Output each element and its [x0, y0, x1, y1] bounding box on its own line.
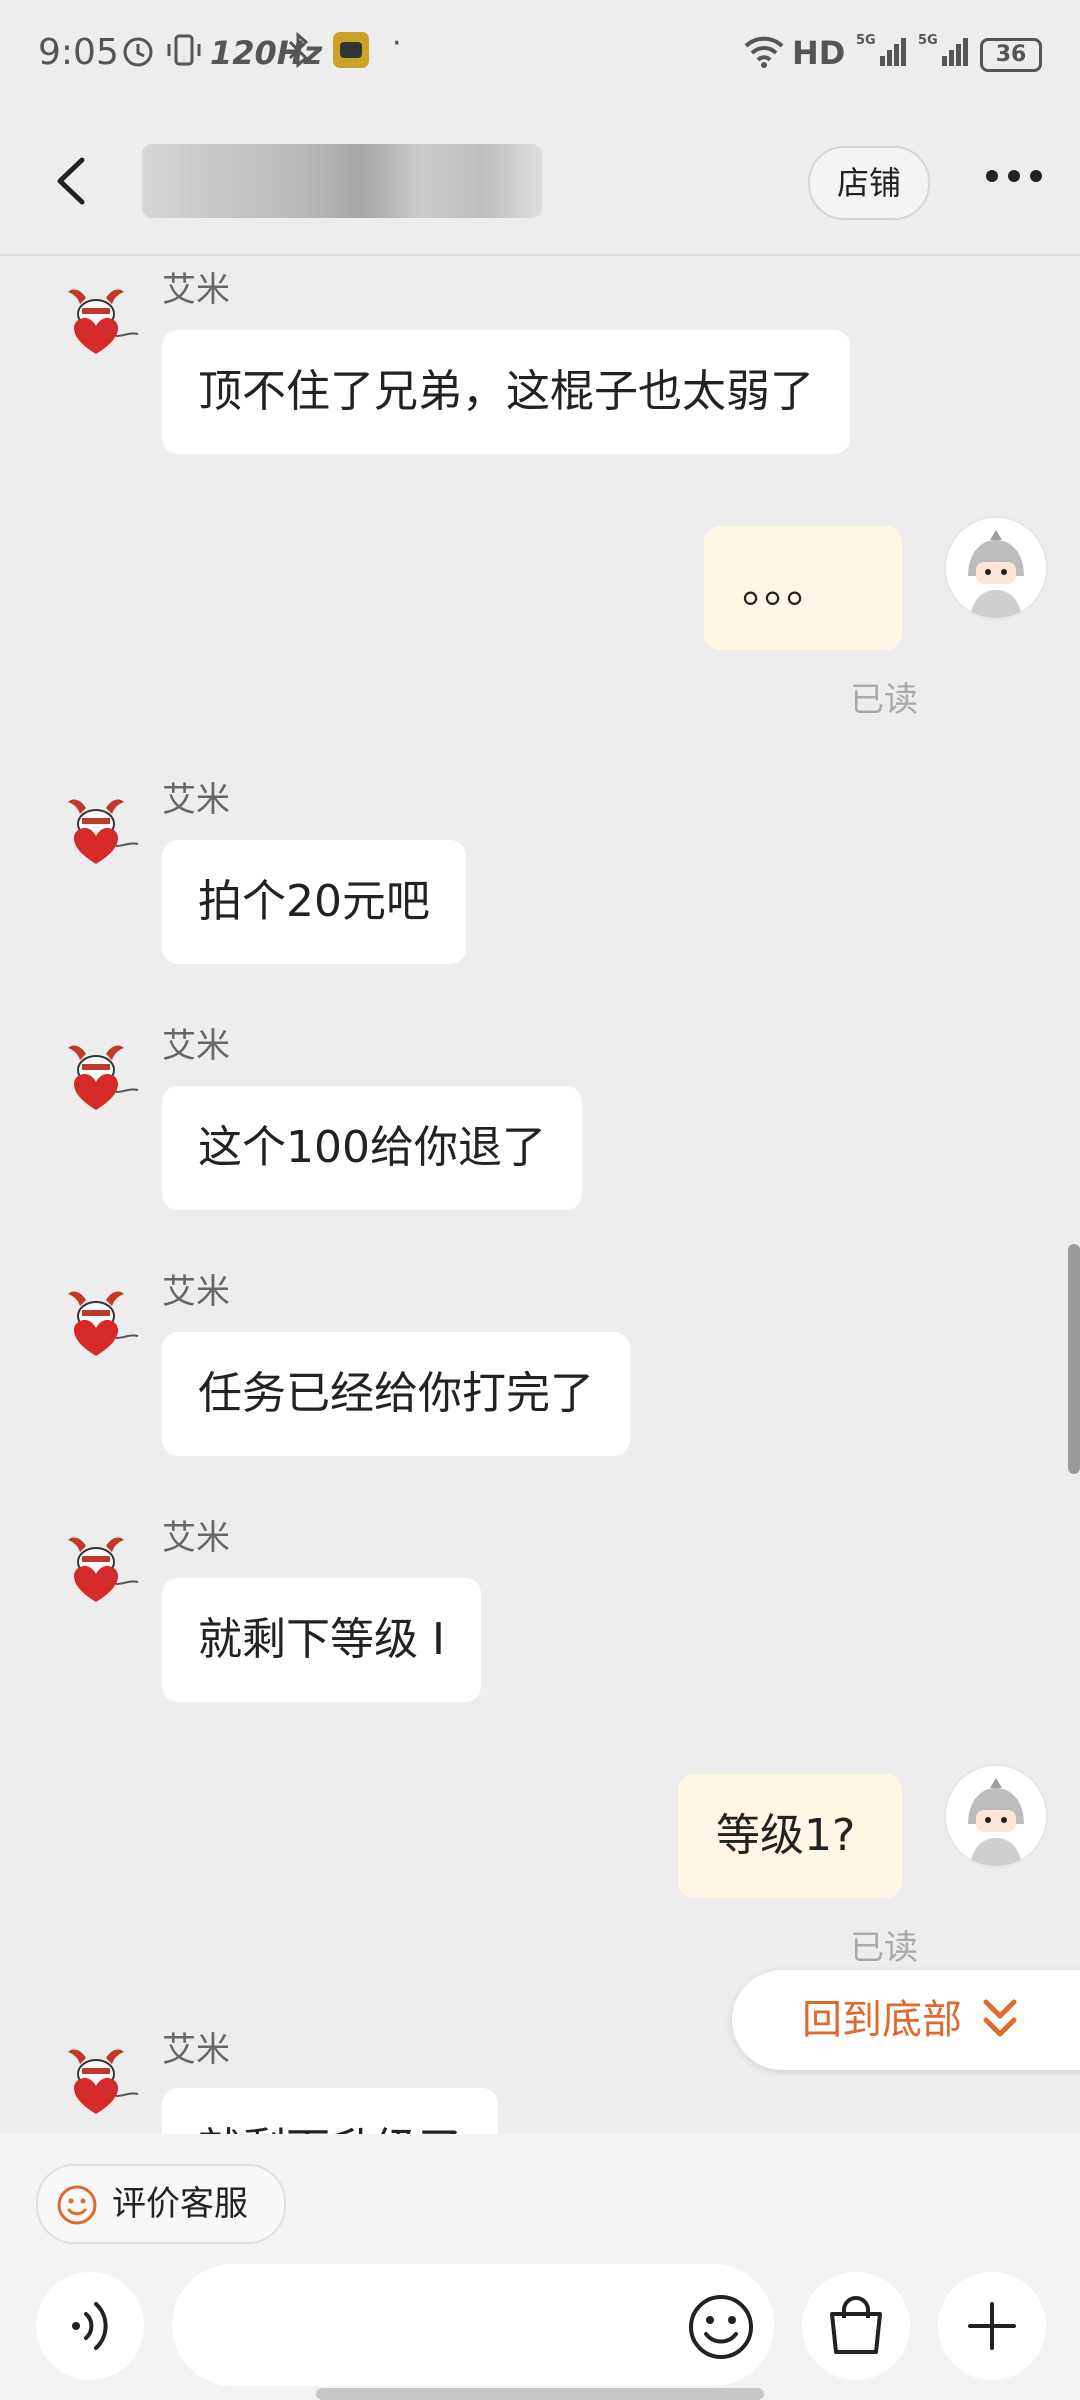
voice-button[interactable]	[36, 2272, 144, 2380]
emoji-icon[interactable]	[686, 2292, 756, 2362]
sender-name: 艾米	[162, 1518, 230, 1558]
seller-avatar[interactable]	[56, 1282, 142, 1368]
chat-header: 店铺	[0, 110, 1080, 256]
sender-name: 艾米	[162, 780, 230, 820]
voice-icon	[72, 2302, 108, 2350]
message-input[interactable]	[172, 2264, 774, 2386]
seller-avatar[interactable]	[56, 790, 142, 876]
more-options-icon[interactable]	[984, 166, 1044, 186]
read-status: 已读	[850, 680, 918, 720]
message-bubble[interactable]: 就剩下升级了	[162, 2088, 498, 2134]
seller-avatar[interactable]	[56, 1528, 142, 1614]
svg-text:5G: 5G	[918, 33, 938, 48]
rate-service-label: 评价客服	[112, 2184, 248, 2224]
smile-icon	[57, 2185, 97, 2225]
message-bubble-self[interactable]: 。。。	[704, 526, 902, 650]
user-avatar[interactable]	[944, 1764, 1048, 1868]
network-type: HD	[792, 34, 846, 72]
message-list[interactable]: 艾米 顶不住了兄弟，这棍子也太弱了 。。。 已读 艾米 拍个20元吧 艾米 这个…	[0, 256, 1080, 2134]
svg-text:5G: 5G	[856, 33, 876, 48]
app-notification-icon	[333, 32, 369, 68]
status-bar: 9:05 120Hz · HD 5G 5G 36	[0, 0, 1080, 110]
message-bubble[interactable]: 任务已经给你打完了	[162, 1332, 630, 1456]
sender-name: 艾米	[162, 1026, 230, 1066]
back-to-bottom-label: 回到底部	[802, 1997, 962, 2043]
battery-indicator: 36	[980, 38, 1042, 72]
shopping-bag-icon	[830, 2296, 882, 2354]
bluetooth-icon	[288, 31, 309, 69]
rate-service-button[interactable]: 评价客服	[36, 2164, 286, 2244]
message-bubble-self[interactable]: 等级1?	[678, 1774, 902, 1898]
chat-title-blurred	[142, 144, 542, 218]
alarm-icon	[123, 37, 153, 67]
vibrate-icon	[167, 34, 201, 66]
back-to-bottom-button[interactable]: 回到底部	[732, 1970, 1080, 2070]
message-bubble[interactable]: 就剩下等级 I	[162, 1578, 481, 1702]
user-avatar[interactable]	[944, 516, 1048, 620]
sender-name: 艾米	[162, 2030, 230, 2070]
message-bubble[interactable]: 这个100给你退了	[162, 1086, 582, 1210]
seller-avatar[interactable]	[56, 280, 142, 366]
sender-name: 艾米	[162, 1272, 230, 1312]
wifi-icon	[744, 36, 784, 68]
scrollbar[interactable]	[1068, 1244, 1080, 1474]
double-chevron-down-icon	[983, 1999, 1017, 2037]
input-area: 评价客服	[0, 2134, 1080, 2400]
seller-avatar[interactable]	[56, 2040, 142, 2126]
shop-button[interactable]: 店铺	[808, 146, 930, 220]
more-notifications-dot: ·	[392, 26, 402, 61]
status-time: 9:05	[38, 32, 119, 73]
message-bubble[interactable]: 拍个20元吧	[162, 840, 466, 964]
plus-icon	[968, 2302, 1016, 2350]
back-arrow-icon[interactable]	[52, 156, 92, 206]
more-actions-button[interactable]	[938, 2272, 1046, 2380]
read-status: 已读	[850, 1928, 918, 1968]
seller-avatar[interactable]	[56, 1036, 142, 1122]
signal-5g-icon-2: 5G	[918, 33, 968, 66]
sender-name: 艾米	[162, 270, 230, 310]
home-indicator[interactable]	[316, 2388, 764, 2400]
message-bubble[interactable]: 顶不住了兄弟，这棍子也太弱了	[162, 330, 850, 454]
signal-5g-icon-1: 5G	[856, 33, 906, 66]
products-button[interactable]	[802, 2272, 910, 2380]
